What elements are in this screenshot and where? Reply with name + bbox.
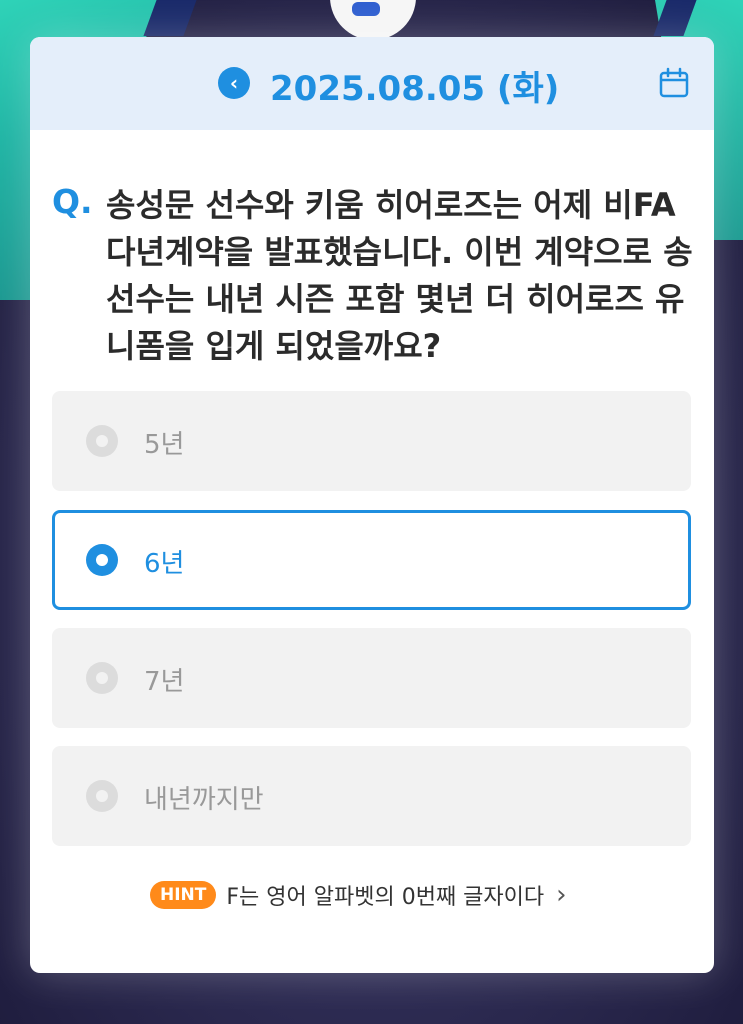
answer-option-2[interactable]: 6년 <box>52 510 691 610</box>
mascot-bow <box>352 2 380 16</box>
answer-option-4[interactable]: 내년까지만 <box>52 746 691 846</box>
radio-icon[interactable] <box>86 780 118 812</box>
answer-label: 7년 <box>144 667 185 697</box>
hint-link[interactable]: HINT F는 영어 알파벳의 0번째 글자이다 › <box>150 879 567 911</box>
answer-label: 5년 <box>144 430 185 460</box>
answer-label: 내년까지만 <box>144 785 264 815</box>
answer-option-1[interactable]: 5년 <box>52 391 691 491</box>
question-text: 송성문 선수와 키움 히어로즈는 어제 비FA 다년계약을 발표했습니다. 이번… <box>106 186 693 365</box>
chevron-left-icon[interactable]: ‹ <box>218 67 250 99</box>
question-marker: Q. <box>52 182 93 221</box>
answer-label: 6년 <box>144 549 185 579</box>
quiz-card: ‹ 2025.08.05 (화) Q. 송성문 선수와 키움 히어로즈는 어제 … <box>30 37 714 973</box>
radio-icon[interactable] <box>86 425 118 457</box>
chevron-right-icon: › <box>556 880 567 910</box>
calendar-icon[interactable] <box>658 67 690 99</box>
date-label: 2025.08.05 (화) <box>270 69 560 109</box>
hint-text: F는 영어 알파벳의 0번째 글자이다 <box>226 885 545 910</box>
radio-icon[interactable] <box>86 662 118 694</box>
radio-selected-icon[interactable] <box>86 544 118 576</box>
hint-badge: HINT <box>150 881 217 909</box>
mascot-illustration <box>330 0 416 40</box>
date-header: ‹ 2025.08.05 (화) <box>30 37 714 130</box>
answer-option-3[interactable]: 7년 <box>52 628 691 728</box>
